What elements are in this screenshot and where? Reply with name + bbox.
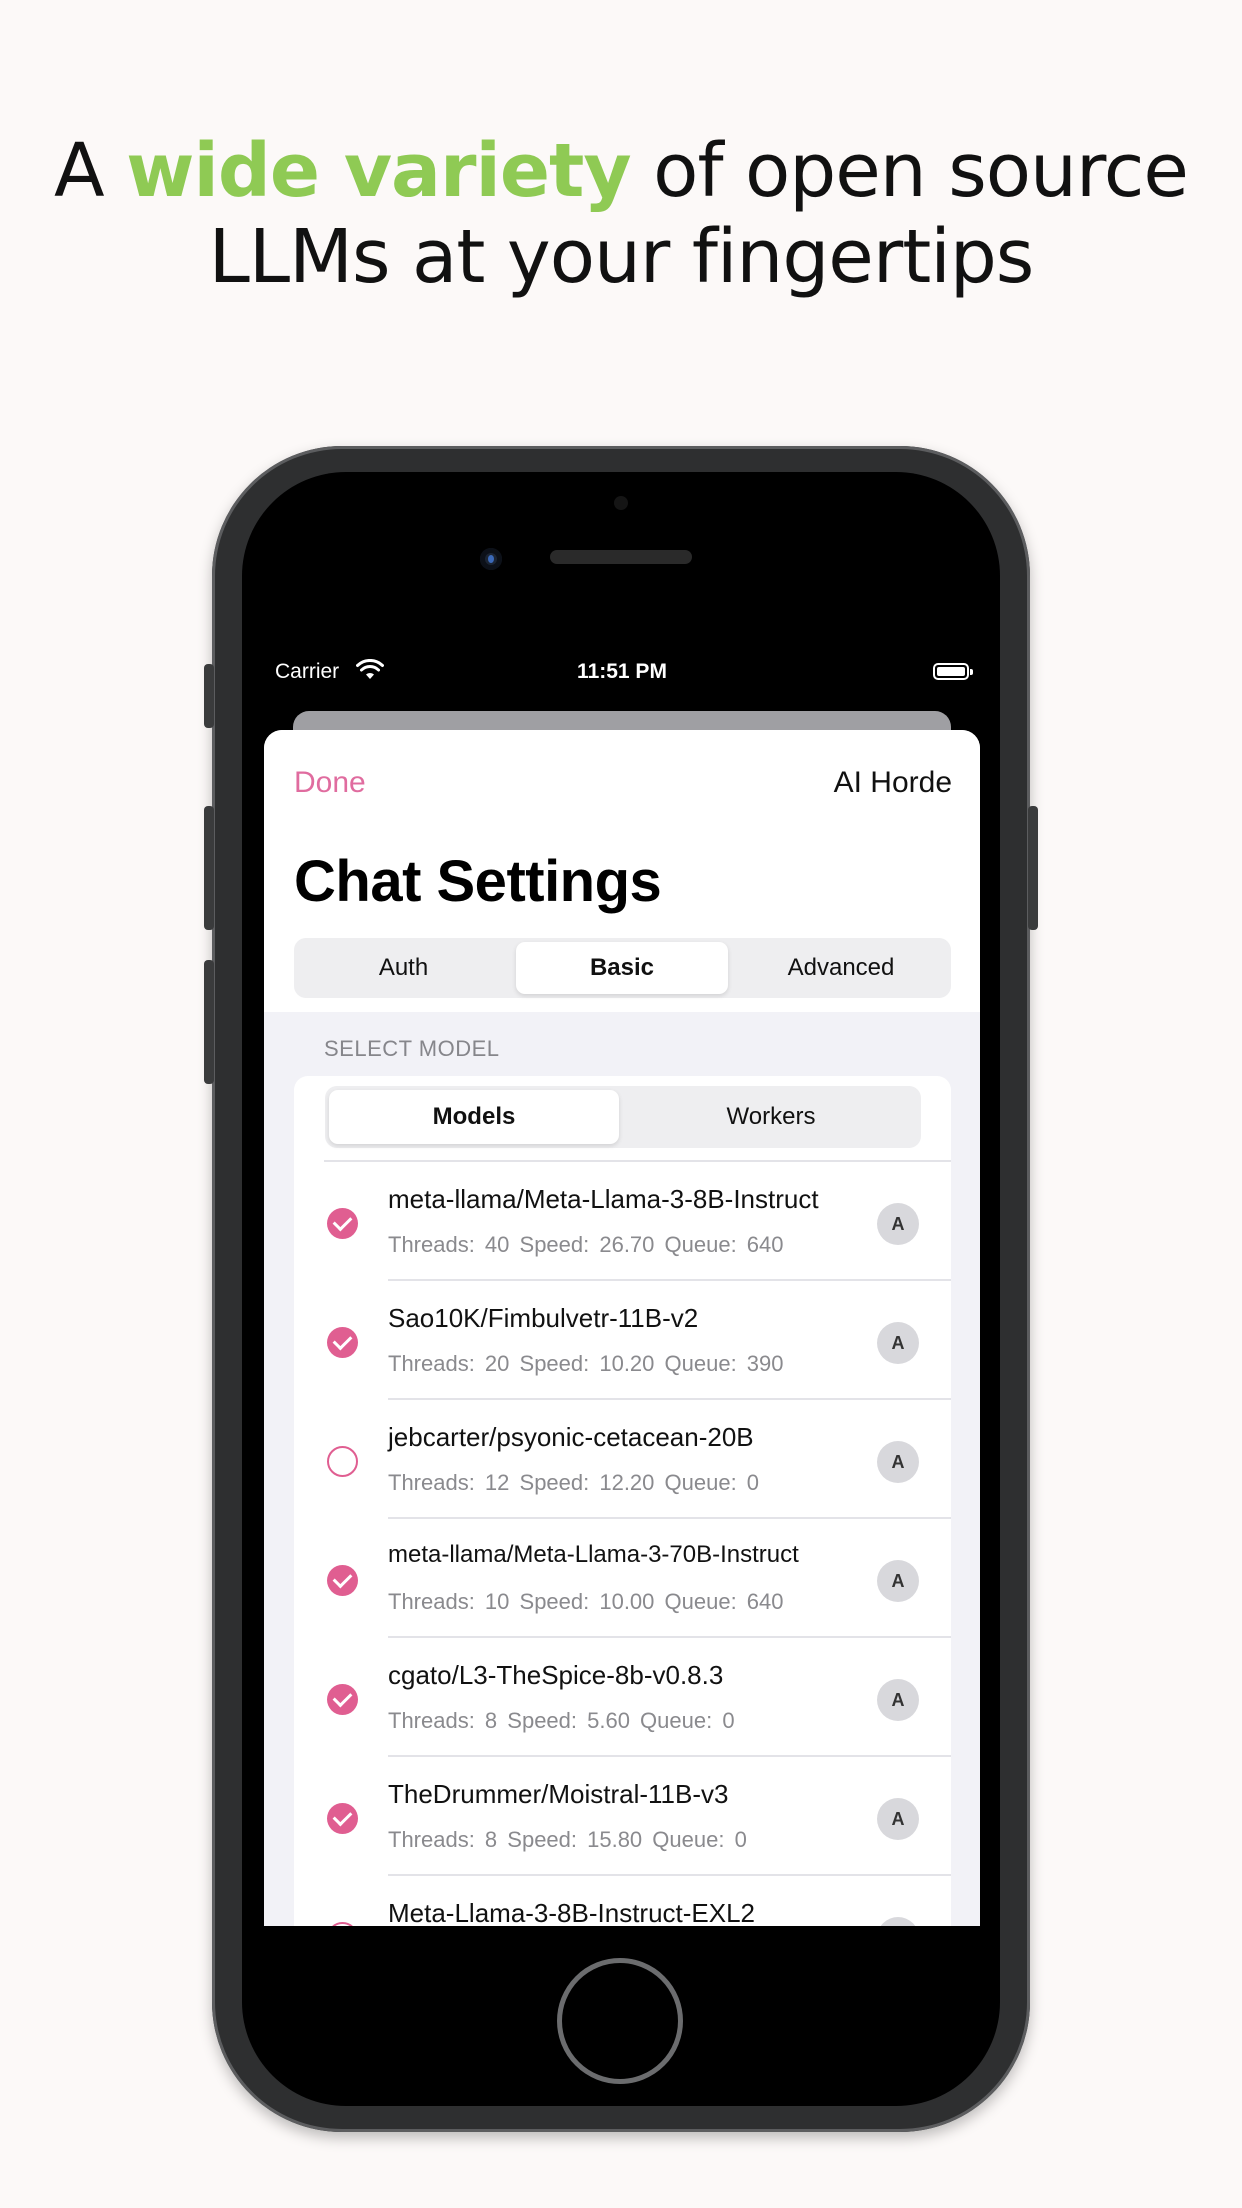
- model-list-card: Models Workers meta-llama/Meta-Llama-3-8…: [294, 1076, 951, 1926]
- model-row[interactable]: Sao10K/Fimbulvetr-11B-v2 Threads: 20 Spe…: [294, 1281, 951, 1400]
- headline-highlight: wide variety: [126, 128, 631, 214]
- model-name: meta-llama/Meta-Llama-3-70B-Instruct: [388, 1541, 799, 1568]
- model-row[interactable]: jebcarter/psyonic-cetacean-20B Threads: …: [294, 1400, 951, 1519]
- tab-auth[interactable]: Auth: [294, 942, 513, 994]
- model-worker-tabs: Models Workers: [325, 1086, 921, 1148]
- model-badge: A: [877, 1322, 919, 1364]
- phone-screen: Carrier 11:51 PM Done AI Horde Chat Sett…: [264, 650, 980, 1926]
- settings-sheet: Done AI Horde Chat Settings Auth Basic A…: [264, 730, 980, 1926]
- model-name: cgato/L3-TheSpice-8b-v0.8.3: [388, 1660, 724, 1690]
- headline: A wide variety of open source LLMs at yo…: [0, 128, 1242, 300]
- status-time: 11:51 PM: [577, 660, 667, 683]
- model-row[interactable]: meta-llama/Meta-Llama-3-70B-Instruct Thr…: [294, 1519, 951, 1638]
- model-row[interactable]: Meta-Llama-3-8B-Instruct-EXL2 A: [294, 1876, 951, 1926]
- model-stats: Threads: 8 Speed: 15.80 Queue: 0: [388, 1827, 747, 1852]
- tab-basic[interactable]: Basic: [516, 942, 728, 994]
- home-button[interactable]: [557, 1958, 683, 2084]
- model-name: meta-llama/Meta-Llama-3-8B-Instruct: [388, 1184, 819, 1214]
- headline-suffix: of open source: [630, 128, 1189, 214]
- checkmark-icon[interactable]: [327, 1803, 358, 1834]
- model-badge: A: [877, 1679, 919, 1721]
- model-badge: A: [877, 1441, 919, 1483]
- unchecked-circle-icon[interactable]: [327, 1446, 358, 1477]
- model-stats: Threads: 20 Speed: 10.20 Queue: 390: [388, 1351, 784, 1376]
- checkmark-icon[interactable]: [327, 1684, 358, 1715]
- unchecked-circle-icon[interactable]: [327, 1922, 358, 1926]
- model-name: jebcarter/psyonic-cetacean-20B: [388, 1422, 754, 1452]
- headline-prefix: A: [54, 128, 127, 214]
- model-row[interactable]: meta-llama/Meta-Llama-3-8B-Instruct Thre…: [294, 1162, 951, 1281]
- earpiece-speaker: [550, 550, 692, 564]
- front-camera-icon: [480, 548, 502, 570]
- checkmark-icon[interactable]: [327, 1208, 358, 1239]
- model-badge: A: [877, 1917, 919, 1926]
- model-stats: Threads: 12 Speed: 12.20 Queue: 0: [388, 1470, 760, 1495]
- tab-workers[interactable]: Workers: [625, 1090, 917, 1144]
- model-row[interactable]: TheDrummer/Moistral-11B-v3 Threads: 8 Sp…: [294, 1757, 951, 1876]
- tab-models[interactable]: Models: [329, 1090, 619, 1144]
- model-stats: Threads: 10 Speed: 10.00 Queue: 640: [388, 1589, 784, 1614]
- model-name: TheDrummer/Moistral-11B-v3: [388, 1779, 729, 1809]
- mute-switch: [204, 664, 214, 728]
- model-badge: A: [877, 1798, 919, 1840]
- section-header-select-model: SELECT MODEL: [324, 1036, 500, 1061]
- model-badge: A: [877, 1203, 919, 1245]
- provider-label: AI Horde: [833, 766, 952, 799]
- checkmark-icon[interactable]: [327, 1565, 358, 1596]
- proximity-sensor: [614, 496, 628, 510]
- sheet-header: Done AI Horde Chat Settings Auth Basic A…: [264, 730, 980, 1012]
- volume-down-button: [204, 960, 214, 1084]
- volume-up-button: [204, 806, 214, 930]
- checkmark-icon[interactable]: [327, 1327, 358, 1358]
- tab-advanced[interactable]: Advanced: [731, 942, 951, 994]
- headline-line-1: A wide variety of open source: [0, 128, 1242, 214]
- headline-line-2: LLMs at your fingertips: [208, 214, 1035, 300]
- settings-tabs: Auth Basic Advanced: [294, 938, 951, 998]
- model-badge: A: [877, 1560, 919, 1602]
- model-stats: Threads: 8 Speed: 5.60 Queue: 0: [388, 1708, 735, 1733]
- done-button[interactable]: Done: [294, 766, 366, 800]
- page-title: Chat Settings: [294, 849, 662, 914]
- model-name: Meta-Llama-3-8B-Instruct-EXL2: [388, 1898, 756, 1926]
- status-bar: Carrier 11:51 PM: [264, 650, 980, 696]
- model-name: Sao10K/Fimbulvetr-11B-v2: [388, 1303, 699, 1333]
- battery-icon: [933, 663, 973, 680]
- model-stats: Threads: 40 Speed: 26.70 Queue: 640: [388, 1232, 784, 1257]
- power-button: [1028, 806, 1038, 930]
- model-row[interactable]: cgato/L3-TheSpice-8b-v0.8.3 Threads: 8 S…: [294, 1638, 951, 1757]
